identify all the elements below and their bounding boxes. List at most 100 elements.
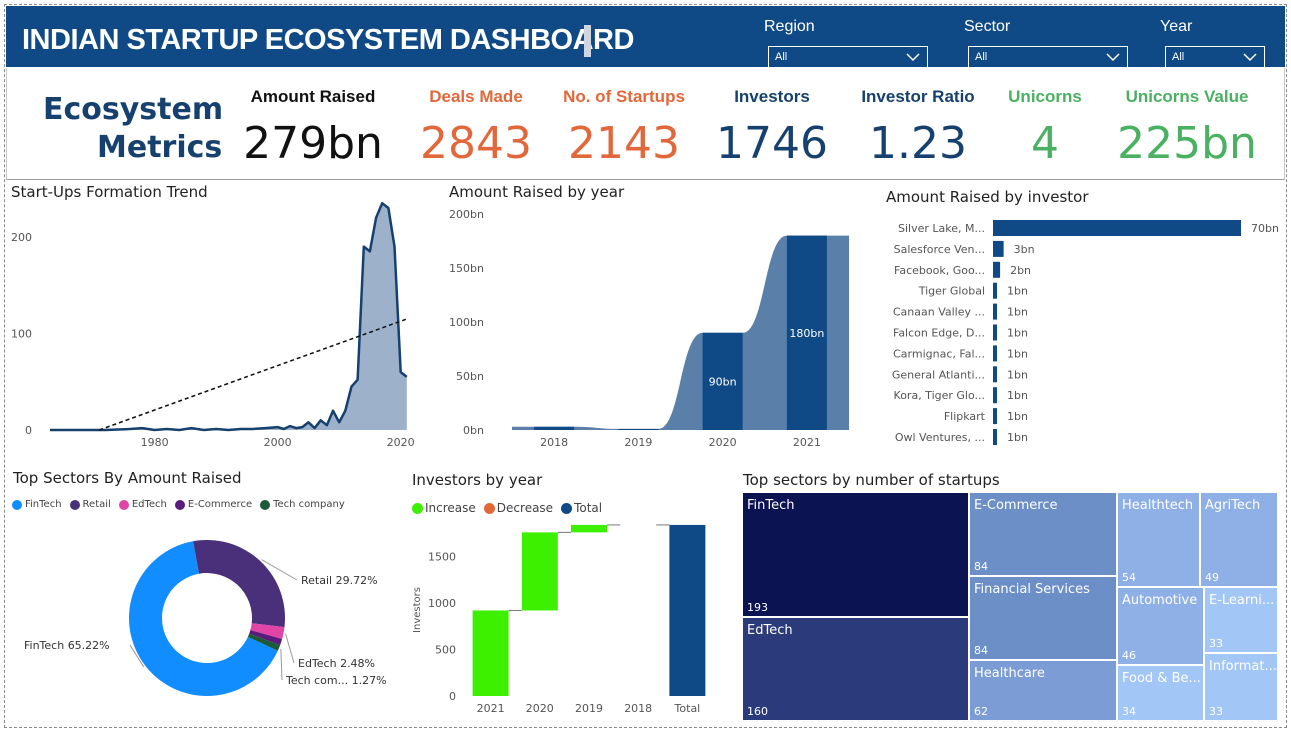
investor-label: Silver Lake, M... [898, 222, 985, 235]
investor-label: Carmignac, Fal... [893, 347, 985, 360]
treemap-cell[interactable]: Informat... 33 [1204, 653, 1278, 721]
y-tick-label: 500 [435, 644, 456, 657]
kpi-startups-value: 2143 [568, 118, 680, 169]
kpi-amount-raised-label: Amount Raised [250, 87, 376, 106]
kpi-investors-label: Investors [734, 87, 810, 106]
investor-bar [993, 261, 1001, 278]
y-tick-label: 1000 [428, 597, 456, 610]
waterfall-bar [521, 532, 558, 611]
treemap-cell-label: Informat... [1209, 659, 1277, 674]
treemap-cell[interactable]: E-Commerce 84 [969, 492, 1117, 576]
sector-donut-legend: FinTech Retail EdTech E-Commerce Tech compan… [12, 499, 353, 510]
legend-item: Tech company [260, 499, 345, 510]
donut-data-label: FinTech 65.22% [24, 639, 110, 652]
treemap-cell-label: Healthcare [974, 666, 1045, 681]
legend-swatch [561, 502, 573, 514]
investor-bar [993, 220, 1241, 236]
kpi-unicorns-value-label: Unicorns Value [1125, 87, 1249, 106]
donut-leader-line [285, 633, 295, 664]
y-tick-label: 50bn [456, 370, 484, 383]
legend-swatch [412, 502, 423, 514]
legend-item: E-Commerce [174, 499, 253, 510]
region-slicer: Region All [764, 12, 930, 70]
treemap-cell-label: Financial Services [974, 582, 1090, 597]
treemap-cell[interactable]: FinTech 193 [742, 492, 969, 617]
amount-data-label: 90bn [709, 375, 737, 388]
treemap-cell-label: Food & Be... [1122, 671, 1201, 686]
amount-bar [534, 426, 575, 430]
metrics-heading-line1: Ecosystem [43, 92, 224, 127]
amount-data-label: 180bn [789, 327, 824, 340]
y-tick-label: 100bn [449, 316, 484, 329]
dashboard-header: INDIAN STARTUP ECOSYSTEM DASHBOARD Regio… [6, 6, 1285, 70]
kpi-deals-made-label: Deals Made [429, 87, 523, 106]
treemap-cell[interactable]: E-Learni... 33 [1204, 587, 1278, 653]
treemap-cell[interactable]: AgriTech 49 [1200, 492, 1278, 587]
legend-label: Retail [82, 499, 111, 510]
investor-bar [993, 303, 997, 320]
treemap-cell[interactable]: Financial Services 84 [969, 576, 1117, 660]
investor-value-label: 70bn [1251, 222, 1279, 235]
legend-swatch [174, 499, 185, 510]
x-tick-label: 2018 [540, 436, 568, 449]
investor-label: Salesforce Ven... [894, 243, 985, 256]
investor-label: General Atlanti... [892, 368, 985, 381]
investor-label: Owl Ventures, ... [895, 431, 985, 444]
x-tick-label: 2020 [709, 436, 737, 449]
donut-slice [193, 540, 285, 628]
legend-item: Decrease [483, 501, 553, 515]
legend-label: E-Commerce [187, 499, 253, 510]
y-tick-label: 0 [25, 424, 32, 437]
legend-swatch [12, 499, 22, 510]
region-dropdown-value: All [775, 51, 788, 63]
treemap-cell-label: FinTech [747, 498, 795, 513]
x-tick-label: 2020 [526, 702, 554, 715]
text-cursor [584, 25, 591, 57]
treemap-cell[interactable]: EdTech 160 [742, 617, 969, 721]
treemap-cell[interactable]: Automotive 46 [1117, 587, 1204, 665]
treemap-cell-value: 160 [747, 705, 768, 718]
investor-bars-chart-title: Amount Raised by investor [886, 188, 1089, 206]
legend-label: Increase [425, 501, 476, 515]
investors-waterfall-chart: 0 500 1000 1500 Investors 2021 2020 2019 2018 Tot… [412, 524, 706, 715]
year-dropdown[interactable]: All [1165, 46, 1265, 70]
investor-bar [993, 429, 997, 445]
chevron-down-icon [1243, 53, 1257, 62]
investor-value-label: 1bn [1007, 368, 1028, 381]
chevron-down-icon [1106, 53, 1120, 62]
investor-label: Canaan Valley ... [893, 306, 985, 319]
y-tick-label: 150bn [449, 262, 484, 275]
sector-dropdown[interactable]: All [968, 46, 1128, 70]
legend-label: Tech company [273, 499, 345, 510]
treemap-cell-value: 62 [974, 705, 988, 718]
investor-value-label: 1bn [1007, 306, 1028, 319]
donut-data-label: EdTech 2.48% [298, 657, 375, 670]
dashboard-title: INDIAN STARTUP ECOSYSTEM DASHBOARD [22, 24, 634, 56]
treemap-cell-value: 46 [1122, 649, 1136, 662]
metrics-heading-line2: Metrics [97, 130, 223, 165]
y-tick-label: 200 [11, 231, 32, 244]
sector-slicer-label: Sector [964, 18, 1011, 35]
chevron-down-icon [906, 53, 920, 62]
investor-label: Flipkart [944, 410, 986, 423]
treemap-cell-label: EdTech [747, 623, 793, 638]
treemap-cell[interactable]: Food & Be... 34 [1117, 665, 1204, 721]
investor-label: Kora, Tiger Glo... [894, 389, 985, 402]
x-tick-label: 2020 [387, 436, 415, 449]
waterfall-bar [669, 524, 706, 696]
kpi-unicorns-value: 4 [1031, 118, 1059, 169]
investor-value-label: 1bn [1007, 327, 1028, 340]
year-slicer-label: Year [1160, 18, 1193, 35]
y-tick-label: 0bn [463, 424, 484, 437]
formation-chart: 0 100 200 1980 2000 2020 [11, 201, 415, 449]
investor-value-label: 1bn [1007, 389, 1028, 402]
region-dropdown[interactable]: All [768, 46, 928, 70]
treemap-cell[interactable]: Healthtech 54 [1117, 492, 1200, 587]
investor-value-label: 3bn [1014, 243, 1035, 256]
treemap-cell-label: AgriTech [1205, 498, 1261, 513]
y-tick-label: 200bn [449, 208, 484, 221]
treemap-cell-value: 33 [1209, 637, 1223, 650]
treemap-cell[interactable]: Healthcare 62 [969, 660, 1117, 721]
region-slicer-label: Region [764, 18, 815, 35]
investor-bar [993, 282, 997, 299]
